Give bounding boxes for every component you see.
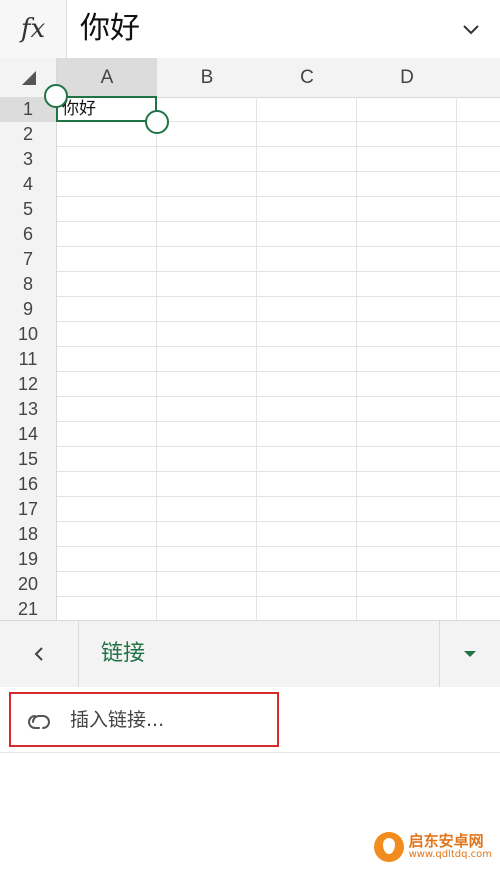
row-gridline [57,171,500,172]
row-header-15[interactable]: 15 [0,447,57,473]
selection-handle-bottom-right[interactable] [145,110,169,134]
row-header-9[interactable]: 9 [0,297,57,323]
ribbon-dropdown-button[interactable] [439,621,500,687]
watermark: 启东安卓网 www.qdltdq.com [373,831,492,862]
row-header-12[interactable]: 12 [0,372,57,398]
column-header-partial[interactable] [457,58,500,98]
row-header-17[interactable]: 17 [0,497,57,523]
column-gridline [156,97,157,620]
row-gridline [57,221,500,222]
watermark-url: www.qdltdq.com [408,848,492,860]
row-header-11[interactable]: 11 [0,347,57,373]
row-header-21[interactable]: 21 [0,597,57,620]
fx-button[interactable]: fx [0,0,67,58]
row-gridline [57,296,500,297]
selection-box [56,96,157,122]
row-gridline [57,546,500,547]
column-header-a[interactable]: A [57,58,158,98]
insert-link-label: 插入链接... [70,709,165,731]
insert-link-item[interactable]: 插入链接... [0,687,500,753]
row-header-19[interactable]: 19 [0,547,57,573]
row-header-4[interactable]: 4 [0,172,57,198]
row-gridline [57,571,500,572]
row-header-16[interactable]: 16 [0,472,57,498]
row-header-3[interactable]: 3 [0,147,57,173]
row-gridline [57,196,500,197]
row-gridline [57,321,500,322]
row-gridline [57,521,500,522]
row-header-20[interactable]: 20 [0,572,57,598]
row-gridline [57,371,500,372]
column-gridline [256,97,257,620]
back-button[interactable] [0,621,79,687]
formula-input[interactable]: 你好 [80,8,140,50]
row-header-7[interactable]: 7 [0,247,57,273]
spreadsheet-grid[interactable]: ABCD 1 2 3 4 5 6 7 8 9 10 11 12 13 14 15 16 17 18 19 20 21 你… [0,58,500,620]
row-header-8[interactable]: 8 [0,272,57,298]
row-gridline [57,421,500,422]
row-gridline [57,346,500,347]
row-header-18[interactable]: 18 [0,522,57,548]
column-gridline [356,97,357,620]
formula-bar: fx 你好 [0,0,500,59]
row-header-10[interactable]: 10 [0,322,57,348]
column-header-c[interactable]: C [257,58,358,98]
row-gridline [57,396,500,397]
row-gridline [57,146,500,147]
caret-down-icon [464,651,476,657]
row-gridline [57,496,500,497]
column-header-d[interactable]: D [357,58,458,98]
watermark-title: 启东安卓网 [408,831,484,850]
row-header-13[interactable]: 13 [0,397,57,423]
row-gridline [57,471,500,472]
chevron-down-icon[interactable] [458,16,484,42]
row-gridline [57,271,500,272]
watermark-logo-icon [373,832,404,862]
column-gridline [456,97,457,620]
chevron-left-icon [34,647,43,661]
row-header-6[interactable]: 6 [0,222,57,248]
link-icon [28,715,50,729]
selection-handle-top-left[interactable] [44,84,68,108]
ribbon-tab-title[interactable]: 链接 [101,621,145,687]
ribbon-tab-bar: 链接 [0,620,500,688]
column-header-b[interactable]: B [157,58,258,98]
row-gridline [57,446,500,447]
row-header-2[interactable]: 2 [0,122,57,148]
row-header-5[interactable]: 5 [0,197,57,223]
row-gridline [57,246,500,247]
row-header-14[interactable]: 14 [0,422,57,448]
row-gridline [57,596,500,597]
